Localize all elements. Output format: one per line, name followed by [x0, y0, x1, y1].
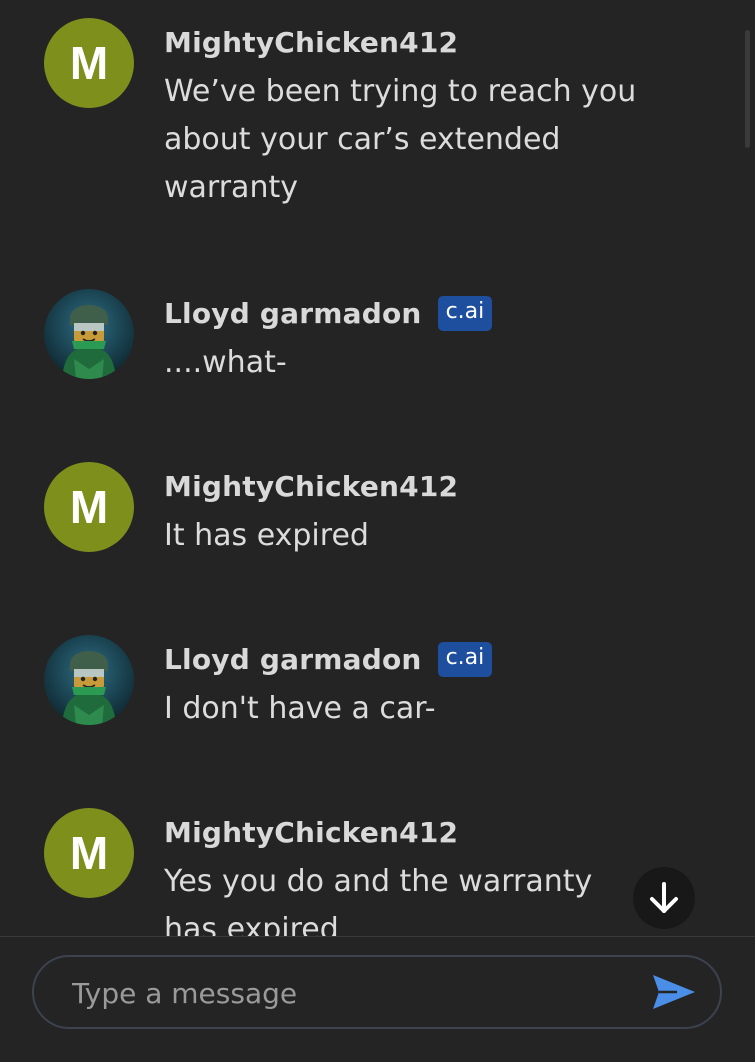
message-header: Lloyd garmadon c.ai — [164, 291, 664, 335]
message-body: MightyChicken412 Yes you do and the warr… — [164, 810, 664, 937]
scrollbar[interactable] — [745, 30, 750, 148]
send-icon — [653, 975, 695, 1009]
message-text: It has expired — [164, 518, 369, 553]
message-text: Yes you do and the warranty has expired — [164, 864, 593, 936]
ai-badge: c.ai — [437, 295, 493, 331]
composer-divider — [0, 936, 755, 937]
message-list[interactable]: M MightyChicken412 We’ve been trying to … — [0, 0, 755, 936]
message-input[interactable] — [70, 969, 634, 1017]
message-header: MightyChicken412 — [164, 810, 664, 854]
author-name[interactable]: Lloyd garmadon — [164, 643, 422, 676]
message-body: MightyChicken412 It has expired — [164, 464, 664, 560]
message-header: MightyChicken412 — [164, 20, 664, 64]
message-text: ....what- — [164, 345, 287, 380]
author-name[interactable]: MightyChicken412 — [164, 816, 458, 849]
message-text: I don't have a car- — [164, 691, 436, 726]
character-avatar-icon[interactable] — [44, 635, 134, 725]
author-name[interactable]: MightyChicken412 — [164, 26, 458, 59]
author-name[interactable]: MightyChicken412 — [164, 470, 458, 503]
send-button[interactable] — [650, 972, 698, 1012]
character-avatar-icon[interactable] — [44, 289, 134, 379]
ai-badge: c.ai — [437, 641, 493, 677]
message-body: MightyChicken412 We’ve been trying to re… — [164, 20, 664, 212]
message-text: We’ve been trying to reach you about you… — [164, 74, 637, 205]
message-body: Lloyd garmadon c.ai I don't have a car- — [164, 637, 664, 733]
scroll-to-bottom-button[interactable] — [633, 867, 695, 929]
chat-app: M MightyChicken412 We’ve been trying to … — [0, 0, 755, 1062]
user-avatar[interactable]: M — [44, 462, 134, 552]
message-header: MightyChicken412 — [164, 464, 664, 508]
message-header: Lloyd garmadon c.ai — [164, 637, 664, 681]
message-body: Lloyd garmadon c.ai ....what- — [164, 291, 664, 387]
user-avatar[interactable]: M — [44, 18, 134, 108]
author-name[interactable]: Lloyd garmadon — [164, 297, 422, 330]
user-avatar[interactable]: M — [44, 808, 134, 898]
arrow-down-icon — [650, 882, 678, 913]
message-composer — [32, 955, 722, 1029]
